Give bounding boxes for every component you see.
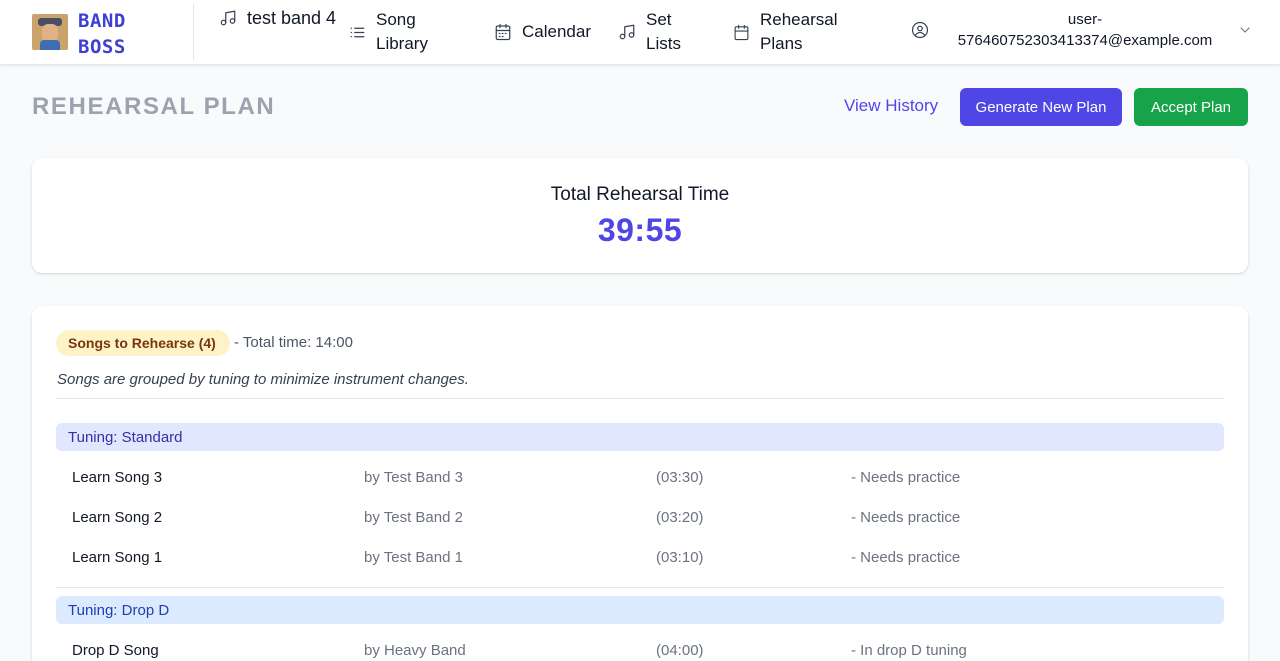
grouping-note: Songs are grouped by tuning to minimize … (57, 371, 469, 388)
song-artist: by Heavy Band (364, 642, 466, 659)
total-rehearsal-time-label: Total Rehearsal Time (550, 184, 730, 205)
song-title: Learn Song 3 (72, 469, 163, 486)
music-note-icon (619, 24, 635, 40)
song-duration: (03:20) (656, 509, 704, 526)
music-note-icon (220, 10, 236, 26)
tuning-group-standard-header: Tuning: Standard (56, 423, 1224, 451)
page-title: REHEARSAL PLAN (32, 93, 276, 120)
view-history-link[interactable]: View History (844, 96, 938, 116)
top-navigation-bar: BAND BOSS test band 4 Song Library Calen… (0, 0, 1280, 64)
song-artist: by Test Band 2 (364, 509, 463, 526)
user-email: user-576460752303413374@example.com (957, 11, 1213, 49)
song-row[interactable]: Drop D Song by Heavy Band (04:00) - In d… (72, 640, 1222, 661)
user-circle-icon (911, 21, 929, 39)
song-note: - Needs practice (851, 509, 961, 526)
divider (56, 587, 1224, 588)
nav-band-label: test band 4 (247, 8, 337, 28)
song-artist: by Test Band 1 (364, 549, 463, 566)
nav-set-lists-label: Set Lists (646, 10, 681, 53)
song-title: Drop D Song (72, 642, 159, 659)
logo-body (40, 40, 60, 50)
tuning-group-drop-d-header: Tuning: Drop D (56, 596, 1224, 624)
nav-rehearsal-plans[interactable]: Rehearsal Plans (733, 8, 870, 56)
song-duration: (03:10) (656, 549, 704, 566)
song-row[interactable]: Learn Song 3 by Test Band 3 (03:30) - Ne… (72, 467, 1222, 491)
song-duration: (04:00) (656, 642, 704, 659)
song-artist: by Test Band 3 (364, 469, 463, 486)
nav-calendar-label: Calendar (522, 22, 591, 41)
songs-total-time: - Total time: 14:00 (234, 334, 353, 351)
nav-song-library-label: Song Library (376, 10, 428, 53)
nav-divider (193, 4, 194, 60)
total-time-card: Total Rehearsal Time 39:55 (32, 158, 1248, 273)
nav-set-lists[interactable]: Set Lists (618, 8, 706, 56)
song-row[interactable]: Learn Song 2 by Test Band 2 (03:20) - Ne… (72, 507, 1222, 531)
generate-new-plan-button[interactable]: Generate New Plan (960, 88, 1122, 126)
song-title: Learn Song 1 (72, 549, 163, 566)
song-note: - Needs practice (851, 469, 961, 486)
brand-line-2: BOSS (78, 36, 126, 58)
brand-line-1: BAND (78, 10, 126, 32)
song-row[interactable]: Learn Song 1 by Test Band 1 (03:10) - Ne… (72, 547, 1222, 571)
chevron-down-icon[interactable] (1237, 22, 1253, 38)
song-note: - Needs practice (851, 549, 961, 566)
song-duration: (03:30) (656, 469, 704, 486)
brand-name[interactable]: BAND BOSS (78, 8, 126, 60)
list-icon (350, 27, 365, 37)
songs-to-rehearse-badge: Songs to Rehearse (4) (56, 330, 230, 356)
band-boss-logo[interactable] (32, 14, 68, 50)
total-rehearsal-time-value: 39:55 (597, 212, 683, 248)
accept-plan-button[interactable]: Accept Plan (1134, 88, 1248, 126)
calendar-icon (495, 23, 511, 41)
nav-song-library[interactable]: Song Library (349, 8, 466, 56)
nav-band-selector[interactable]: test band 4 (219, 6, 357, 30)
song-note: - In drop D tuning (851, 642, 967, 659)
calendar-icon (734, 24, 749, 40)
divider (56, 398, 1224, 399)
songs-to-rehearse-card: Songs to Rehearse (4) - Total time: 14:0… (32, 306, 1248, 661)
user-menu[interactable]: user-576460752303413374@example.com (911, 9, 1253, 51)
song-title: Learn Song 2 (72, 509, 163, 526)
nav-rehearsal-plans-label: Rehearsal Plans (760, 10, 838, 53)
nav-calendar[interactable]: Calendar (494, 20, 591, 44)
